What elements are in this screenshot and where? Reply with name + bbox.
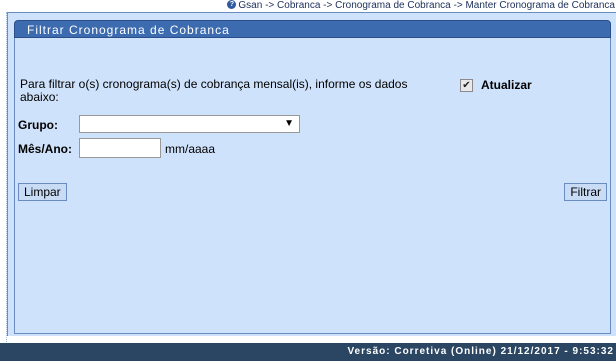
breadcrumb: ? Gsan -> Cobranca -> Cronograma de Cobra… <box>0 0 616 12</box>
filter-button[interactable]: Filtrar <box>564 183 607 201</box>
main-panel: Filtrar Cronograma de Cobranca Para filt… <box>7 12 616 336</box>
grupo-label: Grupo: <box>18 118 58 132</box>
grupo-select[interactable]: ▼ <box>79 115 300 133</box>
version-text: Versão: Corretiva (Online) 21/12/2017 - … <box>347 346 614 357</box>
update-checkbox-group[interactable]: ✔ Atualizar <box>460 78 532 92</box>
version-footer: Versão: Corretiva (Online) 21/12/2017 - … <box>0 343 616 361</box>
update-label: Atualizar <box>481 78 532 92</box>
panel-title: Filtrar Cronograma de Cobranca <box>27 23 230 37</box>
left-frame-strip <box>0 12 7 342</box>
clear-button[interactable]: Limpar <box>18 183 67 201</box>
breadcrumb-text: Gsan -> Cobranca -> Cronograma de Cobran… <box>238 0 615 11</box>
intro-text: Para filtrar o(s) cronograma(s) de cobra… <box>20 77 408 104</box>
update-checkbox[interactable]: ✔ <box>460 78 473 92</box>
help-icon[interactable]: ? <box>227 0 237 9</box>
mes-ano-label: Mês/Ano: <box>18 142 72 156</box>
mes-ano-input[interactable] <box>79 138 161 158</box>
panel-title-bar: Filtrar Cronograma de Cobranca <box>14 20 611 38</box>
dropdown-arrow-icon[interactable]: ▼ <box>284 118 294 129</box>
filter-form: Para filtrar o(s) cronograma(s) de cobra… <box>14 38 611 334</box>
mes-ano-format-hint: mm/aaaa <box>165 142 216 156</box>
